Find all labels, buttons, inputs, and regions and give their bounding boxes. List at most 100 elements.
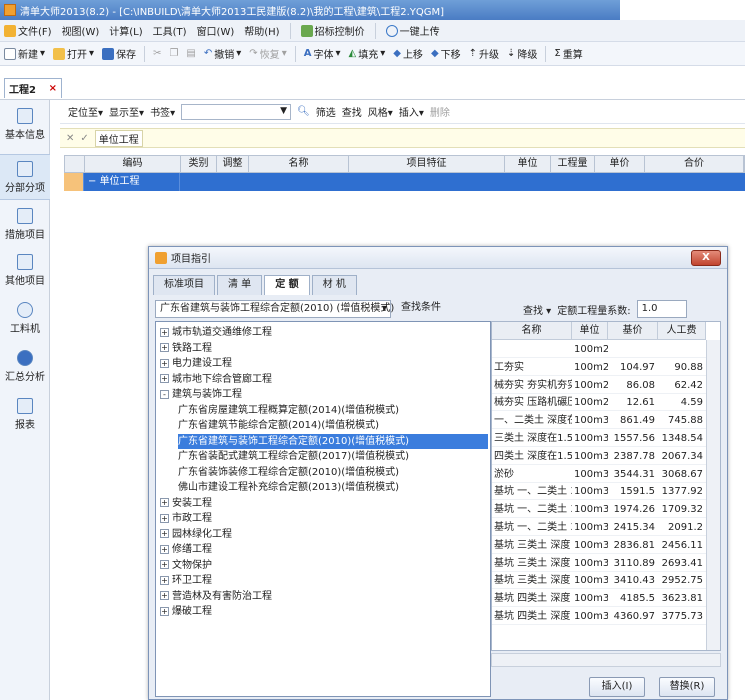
move-up-button[interactable]: ◆ 上移 <box>393 46 423 61</box>
expand-icon[interactable]: + <box>160 327 169 337</box>
tree-item[interactable]: + 铁路工程 <box>160 341 212 356</box>
find-button[interactable]: 查找 <box>342 104 362 119</box>
expand-icon[interactable]: + <box>160 529 169 538</box>
list-cell-unit[interactable]: 100m3 <box>572 412 608 430</box>
insert-dropdown[interactable]: 插入▾ <box>399 104 424 119</box>
search-input[interactable]: ▼ <box>181 103 292 120</box>
confirm-edit-icon[interactable]: ✓ <box>80 133 88 144</box>
list-cell-labor[interactable]: 90.88 <box>658 359 706 376</box>
recalc-button[interactable]: Σ 重算 <box>554 46 582 61</box>
list-cell-name[interactable]: 基坑 一、二类土 3 <box>492 501 572 519</box>
redo-button[interactable]: ↷ 恢复 ▾ <box>249 46 286 61</box>
replace-button[interactable]: 替换(R) <box>659 677 715 697</box>
list-cell-unit[interactable]: 100m3 <box>572 448 608 465</box>
expand-icon[interactable]: + <box>160 560 169 569</box>
undo-button[interactable]: ↶ 撤销 ▾ <box>204 46 241 61</box>
expand-icon[interactable]: + <box>160 374 169 383</box>
cancel-edit-icon[interactable]: ✕ <box>66 133 74 144</box>
list-cell-labor[interactable]: 4.59 <box>658 394 706 412</box>
list-cell-name[interactable]: 基坑 三类土 深度 <box>492 537 572 554</box>
fill-button[interactable]: ◭ 填充 ▾ <box>349 46 386 61</box>
expand-icon[interactable]: + <box>160 606 169 616</box>
menu-calc[interactable]: 计算(L) <box>109 23 142 38</box>
list-cell-price[interactable]: 2387.78 <box>608 448 658 465</box>
list-cell-unit[interactable]: 100m3 <box>572 483 608 501</box>
list-cell-name[interactable]: 基坑 三类土 深度 <box>492 572 572 590</box>
expand-icon[interactable]: + <box>160 498 169 507</box>
sidebar-item-summary[interactable]: 汇总分析 <box>0 350 50 383</box>
list-cell-unit[interactable]: 100m3 <box>572 519 608 536</box>
list-cell-unit[interactable]: 100m2 <box>572 394 608 412</box>
list-cell-labor[interactable]: 2067.34 <box>658 448 706 465</box>
upgrade-button[interactable]: ⇡ 升级 <box>469 46 499 61</box>
grid-header-name[interactable]: 名称 <box>249 156 349 172</box>
list-cell-name[interactable]: 工夯实 <box>492 359 572 376</box>
tree-item[interactable]: + 市政工程 <box>160 511 212 526</box>
list-cell-price[interactable]: 1591.5 <box>608 483 658 501</box>
tab-bill[interactable]: 清 单 <box>217 275 263 295</box>
grid-header-category[interactable]: 类别 <box>181 156 217 172</box>
list-cell-price[interactable]: 3410.43 <box>608 572 658 590</box>
list-cell-labor[interactable] <box>658 341 706 358</box>
new-button[interactable]: 新建 ▾ <box>4 46 45 61</box>
grid-header-code[interactable]: 编码 <box>85 156 181 172</box>
list-cell-unit[interactable]: 100m2 <box>572 359 608 376</box>
list-cell-unit[interactable]: 100m3 <box>572 608 608 625</box>
tab-quota[interactable]: 定 额 <box>264 275 310 295</box>
list-header-name[interactable]: 名称 <box>492 322 572 340</box>
list-cell-labor[interactable]: 1709.32 <box>658 501 706 519</box>
list-cell-price[interactable]: 3544.31 <box>608 466 658 483</box>
quota-select[interactable]: 广东省建筑与装饰工程综合定额(2010) (增值税模式) ▾ <box>155 300 394 318</box>
paste-icon[interactable]: ▤ <box>186 48 195 59</box>
list-header-unit[interactable]: 单位 <box>572 322 608 340</box>
tree-item[interactable]: + 安装工程 <box>160 496 212 511</box>
sidebar-item-sections[interactable]: 分部分项 <box>0 154 50 200</box>
list-header-labor[interactable]: 人工费 <box>658 322 706 340</box>
menu-upload[interactable]: 一键上传 <box>385 23 440 38</box>
grid-header-total[interactable]: 合价 <box>645 156 744 172</box>
tree-item[interactable]: + 城市地下综合管廊工程 <box>160 372 272 387</box>
table-row[interactable]: − 单位工程 <box>64 173 745 191</box>
tree-item[interactable]: + 园林绿化工程 <box>160 527 232 542</box>
list-cell-unit[interactable]: 100m3 <box>572 501 608 519</box>
menu-tools[interactable]: 工具(T) <box>153 23 187 38</box>
list-cell-price[interactable]: 2836.81 <box>608 537 658 554</box>
expand-icon[interactable]: + <box>160 343 169 352</box>
filter-button[interactable]: 筛选 <box>316 104 336 119</box>
delete-button[interactable]: 删除 <box>430 104 450 119</box>
grid-header-feature[interactable]: 项目特征 <box>349 156 505 172</box>
tree-item[interactable]: 广东省装配式建筑工程综合定额(2017)(增值税模式) <box>178 449 409 464</box>
close-icon[interactable]: × <box>49 83 57 94</box>
tree-item[interactable]: 广东省建筑与装饰工程综合定额(2010)(增值税模式) <box>178 433 488 449</box>
menu-bid-control[interactable]: 招标控制价 <box>300 23 365 38</box>
edit-field[interactable]: 单位工程 <box>94 129 143 147</box>
list-cell-price[interactable]: 4185.5 <box>608 590 658 608</box>
grid-header-unit-price[interactable]: 单价 <box>595 156 645 172</box>
list-cell-labor[interactable]: 1377.92 <box>658 483 706 501</box>
list-cell-price[interactable]: 12.61 <box>608 394 658 412</box>
list-cell-labor[interactable]: 2456.11 <box>658 537 706 554</box>
sidebar-item-other[interactable]: 其他项目 <box>0 254 50 287</box>
list-cell-name[interactable]: 三类土 深度在1.5m <box>492 430 572 447</box>
tree-item[interactable]: 广东省房屋建筑工程概算定额(2014)(增值税模式) <box>178 403 399 418</box>
grid-header-quantity[interactable]: 工程量 <box>551 156 595 172</box>
list-vertical-scrollbar[interactable] <box>706 340 720 650</box>
find-button[interactable]: 查找 ▾ <box>523 302 551 317</box>
list-cell-labor[interactable]: 2693.41 <box>658 555 706 572</box>
cut-icon[interactable]: ✂ <box>153 48 161 59</box>
list-cell-unit[interactable]: 100m3 <box>572 572 608 590</box>
list-cell-labor[interactable]: 3775.73 <box>658 608 706 625</box>
list-cell-name[interactable]: 基坑 四类土 深度 <box>492 590 572 608</box>
tab-materials[interactable]: 材 机 <box>311 275 357 295</box>
list-cell-price[interactable]: 1974.26 <box>608 501 658 519</box>
move-down-button[interactable]: ◆ 下移 <box>431 46 461 61</box>
list-cell-unit[interactable]: 100m3 <box>572 555 608 572</box>
open-button[interactable]: 打开 ▾ <box>53 46 94 61</box>
sidebar-item-measures[interactable]: 措施项目 <box>0 208 50 241</box>
save-button[interactable]: 保存 <box>102 46 136 61</box>
list-cell-price[interactable] <box>608 341 658 358</box>
list-horizontal-scrollbar[interactable] <box>491 653 721 667</box>
list-cell-labor[interactable]: 2091.2 <box>658 519 706 536</box>
tree-item[interactable]: 广东省装饰装修工程综合定额(2010)(增值税模式) <box>178 465 399 480</box>
list-cell-price[interactable]: 3110.89 <box>608 555 658 572</box>
